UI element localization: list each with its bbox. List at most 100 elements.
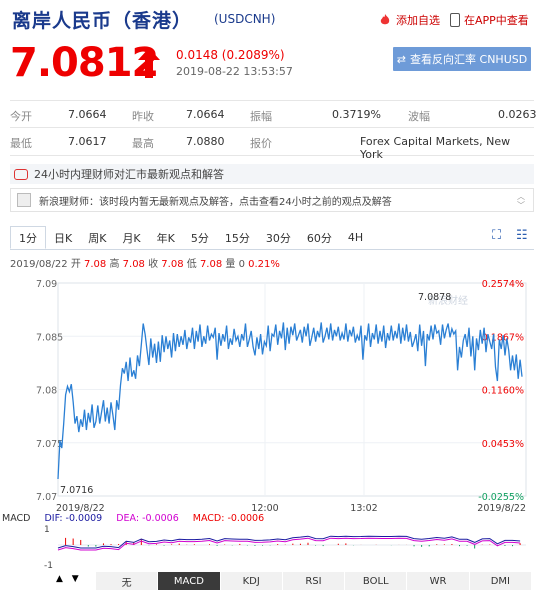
macd-value: MACD: -0.0006 [192, 513, 265, 524]
chart-nav[interactable]: ▲ ▼ [56, 574, 79, 584]
x-tick-label: 2019/8/22 [477, 503, 526, 514]
stats-table: 今开 7.0664 昨收 7.0664 振幅 0.3719% 波幅 0.0263… [10, 100, 537, 161]
wave-value: 0.0263 [498, 108, 537, 121]
macd-y-tick: -1 [44, 561, 53, 570]
tab-5min[interactable]: 5分 [183, 226, 217, 249]
ohlc-vol: 0 [238, 259, 245, 270]
fire-icon [380, 14, 390, 25]
ohlc-close: 7.08 [161, 259, 184, 270]
ohlc-high: 7.08 [122, 259, 145, 270]
indicator-tab-wr[interactable]: WR [407, 572, 470, 590]
nav-up-icon[interactable]: ▲ [56, 574, 63, 584]
high-value: 7.0880 [186, 135, 225, 148]
tab-monthly-k[interactable]: 月K [114, 226, 148, 249]
tab-weekly-k[interactable]: 周K [80, 226, 114, 249]
avatar [17, 193, 31, 207]
macd-dif: DIF: -0.0009 [44, 513, 103, 524]
macd-legend: MACD DIF: -0.0009 DEA: -0.0006 MACD: -0.… [2, 513, 265, 524]
high-label: 最高 [132, 137, 154, 150]
low-label: 最低 [10, 137, 32, 150]
phone-icon [450, 13, 460, 27]
view-in-app-link[interactable]: 在APP中查看 [450, 12, 529, 28]
tab-60min[interactable]: 60分 [299, 226, 340, 249]
swap-icon: ⇄ [396, 52, 407, 66]
prev-close-label: 昨收 [132, 110, 154, 123]
ohlc-low: 7.08 [199, 259, 223, 270]
y-tick-label: 7.085 [36, 332, 63, 343]
quote-source-value: Forex Capital Markets, New York [360, 135, 511, 161]
open-value: 7.0664 [68, 108, 107, 121]
macd-dea-line [57, 537, 521, 551]
y-tick-right-label: 0.2574% [482, 279, 524, 290]
add-favorite-link[interactable]: 添加自选 [378, 12, 440, 28]
low-value: 7.0617 [68, 135, 107, 148]
price-change: 0.0148 (0.2089%) [176, 48, 285, 62]
ohlc-vol-label: 量 [225, 259, 236, 270]
indicator-tab-none[interactable]: 无 [96, 572, 159, 590]
ticker-scroll-arrows[interactable]: ︿ ﹀ [517, 193, 525, 210]
nav-down-icon[interactable]: ▼ [72, 574, 79, 584]
x-tick-label: 13:02 [350, 503, 377, 514]
y-tick-right-label: 0.0453% [482, 439, 524, 450]
quote-datetime: 2019-08-22 13:53:57 [176, 65, 293, 78]
ohlc-date: 2019/08/22 [10, 259, 68, 270]
amplitude-label: 振幅 [250, 110, 272, 123]
y-tick-right-label: -0.0255% [478, 492, 524, 503]
amplitude-value: 0.3719% [332, 108, 381, 121]
chevron-down-icon[interactable]: ﹀ [517, 202, 525, 210]
ohlc-pct: 0.21% [248, 259, 280, 270]
tab-yearly-k[interactable]: 年K [149, 226, 183, 249]
ohlc-low-label: 低 [186, 259, 197, 270]
annotation-high: 7.0878 [418, 292, 451, 303]
add-favorite-label: 添加自选 [396, 14, 440, 27]
indicator-tabs: 无 MACD KDJ RSI BOLL WR DMI [96, 572, 532, 590]
y-tick-label: 7.09 [36, 279, 57, 290]
macd-dea: DEA: -0.0006 [116, 513, 179, 524]
symbol-code: (USDCNH) [214, 12, 276, 26]
indicator-tab-kdj[interactable]: KDJ [220, 572, 283, 590]
y-tick-label: 7.07 [36, 492, 57, 503]
indicator-tab-macd[interactable]: MACD [158, 572, 221, 590]
header: 离岸人民币（香港） (USDCNH) 添加自选 在APP中查看 [8, 6, 542, 32]
indicator-tab-rsi[interactable]: RSI [282, 572, 346, 590]
settings-icon[interactable]: ☷ [516, 228, 528, 243]
chat-bubble-icon [14, 168, 28, 180]
advisor-topic-bar[interactable]: 24小时内理财师对汇市最新观点和解答 [10, 164, 534, 184]
up-arrow-icon [138, 48, 160, 78]
quote-source-label: 报价 [250, 137, 272, 150]
y-tick-label: 7.08 [36, 386, 57, 397]
stats-row: 最低 7.0617 最高 7.0880 报价 Forex Capital Mar… [10, 128, 534, 161]
advisor-topic-text: 24小时内理财师对汇市最新观点和解答 [34, 168, 224, 181]
macd-y-tick: 1 [44, 525, 50, 535]
macd-dif-line [57, 535, 521, 549]
ohlc-close-label: 收 [148, 259, 159, 270]
wave-label: 波幅 [408, 110, 430, 123]
ohlc-line: 2019/08/22 开 7.08 高 7.08 收 7.08 低 7.08 量… [10, 255, 280, 270]
indicator-tab-dmi[interactable]: DMI [469, 572, 532, 590]
advisor-ticker[interactable]: 新浪理财师：该时段内暂无最新观点及解答，点击查看24小时之前的观点及解答 ︿ ﹀ [10, 188, 534, 212]
page-title: 离岸人民币（香港） [12, 10, 193, 32]
fullscreen-icon[interactable]: ⛶ [492, 228, 501, 243]
ohlc-high-label: 高 [109, 259, 120, 270]
macd-title: MACD [2, 513, 31, 524]
indicator-tab-boll[interactable]: BOLL [345, 572, 408, 590]
tab-4h[interactable]: 4H [340, 226, 371, 249]
advisor-ticker-text: 新浪理财师：该时段内暂无最新观点及解答，点击查看24小时之前的观点及解答 [39, 196, 392, 208]
ohlc-open: 7.08 [84, 259, 107, 270]
y-tick-right-label: 0.1160% [482, 386, 524, 397]
tab-30min[interactable]: 30分 [258, 226, 299, 249]
open-label: 今开 [10, 110, 32, 123]
tab-1min[interactable]: 1分 [10, 226, 46, 249]
period-tabs: 1分 日K 周K 月K 年K 5分 15分 30分 60分 4H ⛶ ☷ [10, 226, 534, 250]
stats-row: 今开 7.0664 昨收 7.0664 振幅 0.3719% 波幅 0.0263 [10, 100, 537, 128]
ohlc-open-label: 开 [70, 259, 81, 270]
tab-15min[interactable]: 15分 [217, 226, 258, 249]
chevron-up-icon[interactable]: ︿ [517, 193, 525, 201]
reverse-rate-button[interactable]: ⇄ 查看反向汇率 CNHUSD [393, 47, 531, 71]
tab-daily-k[interactable]: 日K [46, 226, 80, 249]
prev-close-value: 7.0664 [186, 108, 225, 121]
price-chart[interactable]: 7.097.0857.087.0757.070.2574%0.1867%0.11… [0, 270, 550, 570]
reverse-rate-label: 查看反向汇率 CNHUSD [410, 53, 528, 66]
view-in-app-label: 在APP中查看 [464, 14, 529, 27]
price-line [57, 322, 523, 480]
